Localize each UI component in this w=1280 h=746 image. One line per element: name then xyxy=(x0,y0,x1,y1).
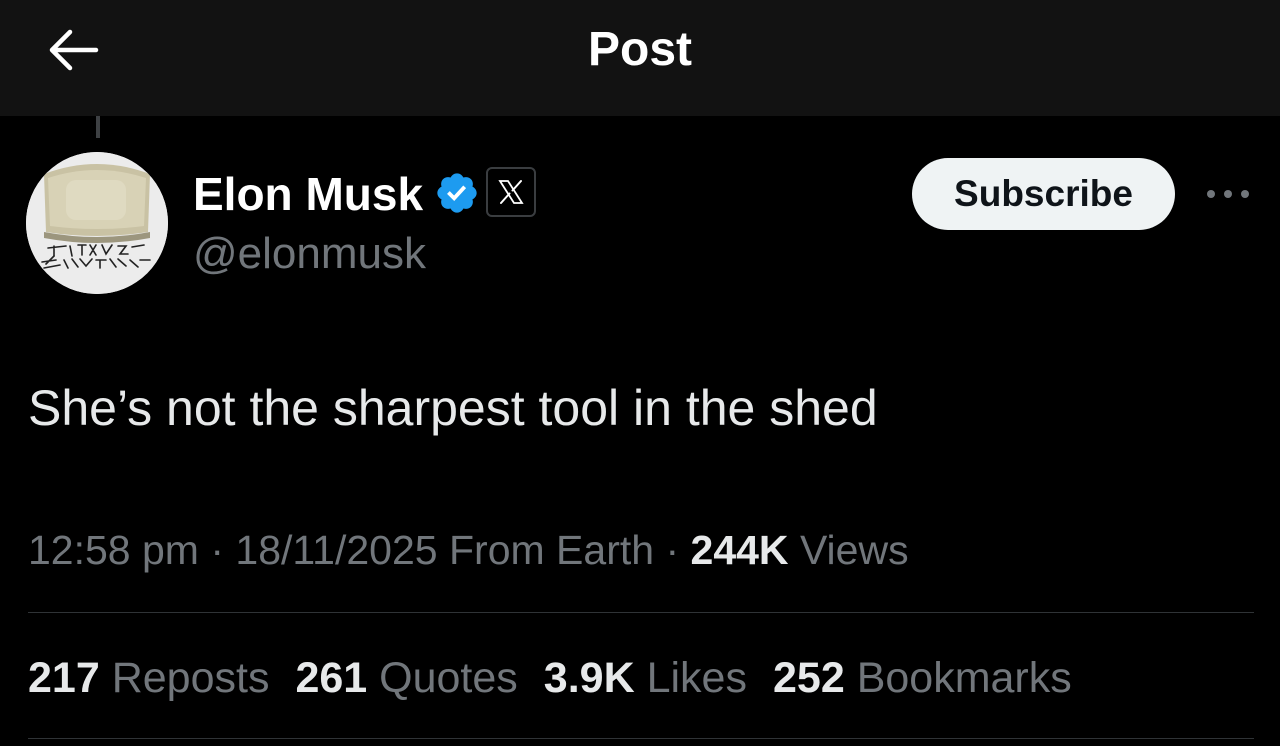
views-count[interactable]: 244K xyxy=(691,527,789,573)
divider xyxy=(28,612,1254,613)
stat-likes[interactable]: 3.9K Likes xyxy=(544,650,747,706)
post-metadata: 12:58 pm · 18/11/2025 From Earth · 244K … xyxy=(28,522,909,578)
affiliate-badge[interactable] xyxy=(486,167,536,217)
post-text: She’s not the sharpest tool in the shed xyxy=(28,380,878,436)
separator-dot: · xyxy=(665,527,680,573)
verified-badge-icon xyxy=(437,173,477,213)
avatar-image xyxy=(26,152,168,294)
reposts-label: Reposts xyxy=(111,654,270,702)
separator-dot: · xyxy=(210,527,225,573)
page-title: Post xyxy=(587,23,692,76)
quotes-count: 261 xyxy=(295,654,368,702)
subscribe-button[interactable]: Subscribe xyxy=(912,158,1175,230)
stat-reposts[interactable]: 217 Reposts xyxy=(28,650,269,706)
likes-count: 3.9K xyxy=(543,654,635,702)
divider xyxy=(28,738,1254,739)
thread-connector-line xyxy=(96,116,100,138)
stat-bookmarks[interactable]: 252 Bookmarks xyxy=(773,650,1072,706)
views-label: Views xyxy=(799,527,909,573)
bookmarks-label: Bookmarks xyxy=(856,654,1072,702)
author-display-name[interactable]: Elon Musk xyxy=(193,166,423,222)
more-options-button[interactable] xyxy=(1200,176,1256,212)
reposts-count: 217 xyxy=(28,654,100,702)
bookmarks-count: 252 xyxy=(772,654,845,702)
quotes-label: Quotes xyxy=(379,654,518,702)
post-location: From Earth xyxy=(449,527,655,573)
author-handle[interactable]: @elonmusk xyxy=(193,226,426,282)
post-time[interactable]: 12:58 pm xyxy=(28,527,199,573)
more-horizontal-icon xyxy=(1207,190,1249,198)
post-date[interactable]: 18/11/2025 xyxy=(235,527,437,573)
avatar[interactable] xyxy=(26,152,168,294)
engagement-stats: 217 Reposts 261 Quotes 3.9K Likes 252 Bo… xyxy=(28,650,1072,706)
stat-quotes[interactable]: 261 Quotes xyxy=(295,650,517,706)
top-bar: Post xyxy=(0,0,1280,116)
x-logo-icon xyxy=(498,180,524,204)
likes-label: Likes xyxy=(646,654,747,702)
